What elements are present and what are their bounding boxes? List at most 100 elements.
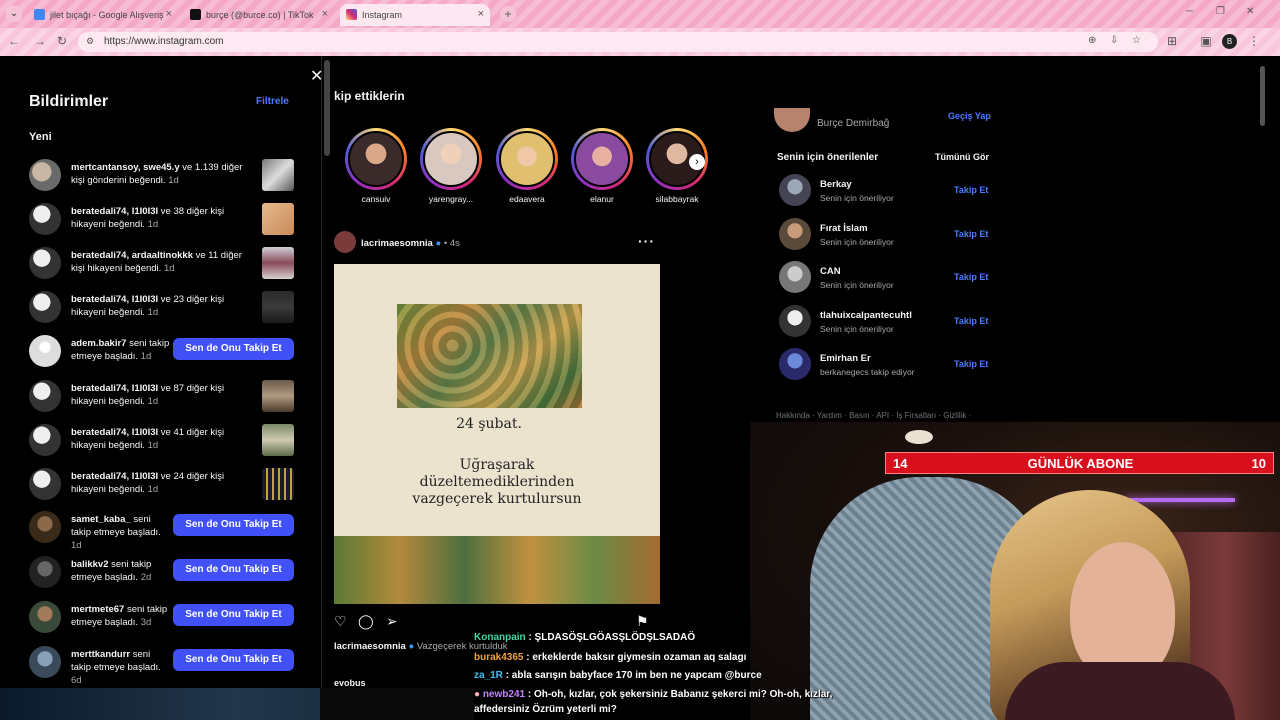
install-icon[interactable]: ⇩ — [1110, 35, 1118, 46]
post-thumbnail[interactable] — [262, 159, 294, 191]
avatar[interactable] — [779, 218, 811, 250]
suggestion-name[interactable]: Berkay — [820, 179, 852, 190]
menu-icon[interactable]: ⋮ — [1246, 34, 1262, 48]
close-icon[interactable]: × — [478, 8, 484, 20]
story-item[interactable]: edaavera — [492, 128, 562, 204]
chat-message: burak4365 : erkeklerde baksır giymesin o… — [474, 652, 747, 663]
follow-button[interactable]: Takip Et — [954, 359, 988, 369]
follow-back-button[interactable]: Sen de Onu Takip Et — [173, 338, 294, 360]
story-item[interactable]: yarengray... — [416, 128, 486, 204]
story-thumbnail[interactable] — [262, 380, 294, 412]
notification-text: adem.bakir7 seni takip etmeye başladı. 1… — [71, 338, 170, 362]
suggestion-item: CAN Senin için öneriliyor Takip Et — [779, 261, 989, 295]
section-new-heading: Yeni — [29, 131, 52, 143]
tab-instagram[interactable]: Instagram × — [340, 4, 490, 26]
suggestion-name[interactable]: Emirhan Er — [820, 353, 871, 364]
story-thumbnail[interactable] — [262, 203, 294, 235]
suggestion-name[interactable]: tlahuixcalpantecuhtl — [820, 310, 912, 321]
maximize-icon[interactable]: ❐ — [1216, 6, 1225, 17]
sub-goal-label: GÜNLÜK ABONE — [1027, 456, 1134, 471]
bookmark-star-icon[interactable]: ☆ — [1132, 35, 1141, 46]
close-icon[interactable]: × — [322, 8, 328, 20]
suggestion-name[interactable]: Fırat İslam — [820, 223, 868, 234]
footer-links[interactable]: Hakkında · Yardım · Basın · API · İş Fır… — [776, 411, 971, 420]
share-icon[interactable]: ➢ — [386, 613, 398, 630]
chevron-right-icon[interactable]: › — [689, 154, 705, 170]
more-options-icon[interactable]: ··· — [638, 233, 655, 249]
tab-label: jilet bıçağı - Google Alışveriş — [50, 10, 164, 20]
new-tab-button[interactable]: + — [500, 6, 516, 22]
zoom-icon[interactable]: ⊕ — [1088, 35, 1096, 46]
suggestion-name[interactable]: CAN — [820, 266, 841, 277]
story-thumbnail[interactable] — [262, 424, 294, 456]
suggestions-title: Senin için önerilenler — [777, 152, 879, 163]
window-close-icon[interactable]: ✕ — [1246, 6, 1254, 17]
avatar — [29, 556, 61, 588]
browser-tab-bar: ⌄ jilet bıçağı - Google Alışveriş × burç… — [0, 0, 1280, 28]
sidepanel-icon[interactable]: ▣ — [1198, 34, 1214, 48]
story-thumbnail[interactable] — [262, 291, 294, 323]
follow-back-button[interactable]: Sen de Onu Takip Et — [173, 514, 294, 536]
avatar[interactable] — [779, 305, 811, 337]
follow-back-button[interactable]: Sen de Onu Takip Et — [173, 604, 294, 626]
notification-text: mertcantansoy, swe45.y ve 1.139 diğer ki… — [71, 162, 243, 186]
avatar — [29, 646, 61, 678]
avatar[interactable] — [779, 174, 811, 206]
follow-back-button[interactable]: Sen de Onu Takip Et — [173, 559, 294, 581]
follow-back-button[interactable]: Sen de Onu Takip Et — [173, 649, 294, 671]
filter-button[interactable]: Filtrele — [256, 96, 289, 107]
tab-google-shopping[interactable]: jilet bıçağı - Google Alışveriş × — [28, 4, 178, 26]
notification-text: beratedali74, ardaaltinokkk ve 11 diğer … — [71, 250, 242, 274]
chat-message: Konanpain : ŞLDASÖŞLGÖASŞLÖDŞLSADAÖ — [474, 632, 696, 643]
floral-artwork — [397, 304, 582, 408]
follow-button[interactable]: Takip Et — [954, 272, 988, 282]
extensions-icon[interactable]: ⊞ — [1164, 34, 1180, 48]
notification-text: beratedali74, I1I0I3I ve 24 diğer kişi h… — [71, 471, 225, 495]
tab-tiktok[interactable]: burçe (@burce.co) | TikTok × — [184, 4, 334, 26]
story-item[interactable]: elanur — [567, 128, 637, 204]
follow-button[interactable]: Takip Et — [954, 185, 988, 195]
minimize-icon[interactable]: ─ — [1186, 6, 1193, 17]
streamer-body — [1005, 662, 1235, 720]
story-thumbnail[interactable] — [262, 247, 294, 279]
floral-artwork-bottom — [334, 536, 660, 604]
url-bar[interactable]: ⚙ https://www.instagram.com ⊕ ⇩ ☆ — [78, 32, 1158, 52]
notifications-scrollbar[interactable] — [324, 60, 330, 156]
follow-button[interactable]: Takip Et — [954, 229, 988, 239]
avatar — [29, 601, 61, 633]
sub-goal-right: 10 — [1251, 456, 1266, 471]
story-thumbnail[interactable] — [262, 468, 294, 500]
close-icon[interactable]: ✕ — [310, 66, 323, 86]
page-scrollbar[interactable] — [1260, 66, 1265, 126]
follow-button[interactable]: Takip Et — [954, 316, 988, 326]
post-username[interactable]: lacrimaesomnia ● • 4s — [361, 238, 460, 249]
see-all-button[interactable]: Tümünü Gör — [935, 152, 989, 162]
notification-text: beratedali74, I1I0I3I ve 38 diğer kişi h… — [71, 206, 225, 230]
address-bar-row: ← → ↻ ⚙ https://www.instagram.com ⊕ ⇩ ☆ … — [0, 28, 1280, 56]
post-image[interactable]: 24 şubat. Uğraşarak düzeltemediklerinden… — [334, 264, 660, 604]
close-icon[interactable]: × — [166, 8, 172, 20]
back-icon[interactable]: ← — [6, 34, 22, 48]
following-feed-title[interactable]: kip ettiklerin — [334, 89, 405, 103]
avatar[interactable] — [779, 261, 811, 293]
suggestion-item: Emirhan Er berkanegecs takip ediyor Taki… — [779, 348, 989, 382]
profile-avatar[interactable]: B — [1222, 34, 1237, 49]
avatar[interactable] — [334, 231, 356, 253]
avatar[interactable] — [779, 348, 811, 380]
reload-icon[interactable]: ↻ — [54, 34, 70, 48]
chat-message-continuation: affedersiniz Özrüm yeterli mi? — [474, 704, 617, 715]
like-heart-icon[interactable]: ♡ — [334, 613, 347, 630]
avatar — [423, 131, 479, 187]
comment-icon[interactable]: ◯ — [358, 613, 374, 630]
save-bookmark-icon[interactable]: ⚑ — [636, 613, 649, 630]
my-avatar[interactable] — [774, 108, 810, 132]
story-item[interactable]: cansuiv — [341, 128, 411, 204]
tab-search-icon[interactable]: ⌄ — [6, 6, 22, 22]
site-info-icon[interactable]: ⚙ — [86, 36, 98, 48]
next-post-username[interactable]: evobus — [334, 678, 366, 688]
tiktok-icon — [190, 9, 201, 20]
story-ring — [345, 128, 407, 190]
forward-icon[interactable]: → — [32, 34, 48, 48]
notification-text: mertmete67 seni takip etmeye başladı. 3d — [71, 604, 168, 628]
switch-account-button[interactable]: Geçiş Yap — [948, 111, 991, 121]
